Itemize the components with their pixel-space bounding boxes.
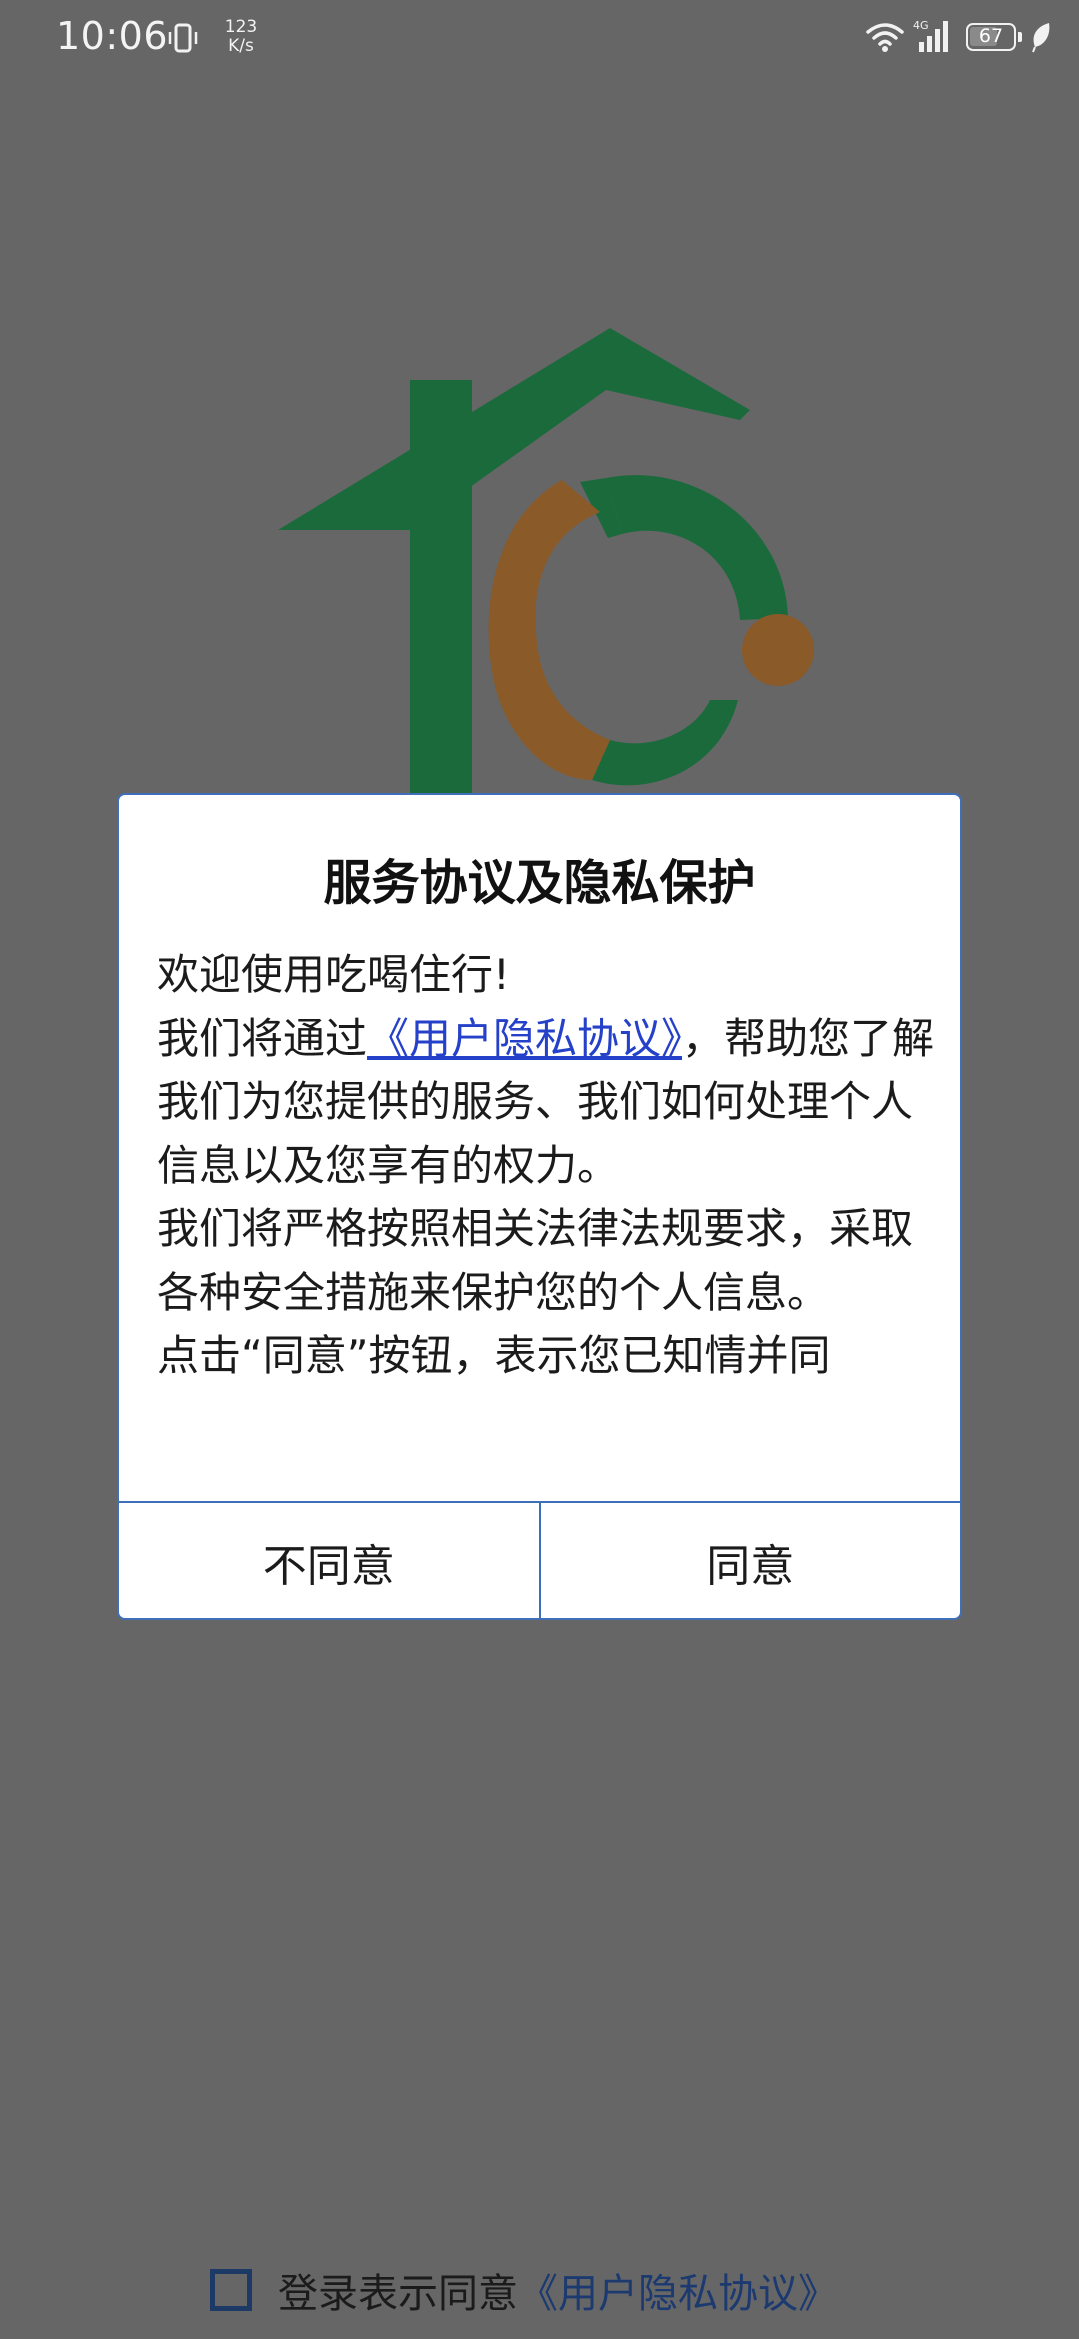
agreement-checkbox[interactable] [210,2269,252,2311]
dialog-body: 欢迎使用吃喝住行! 我们将通过《用户隐私协议》，帮助您了解我们为您提供的服务、我… [157,943,937,1443]
privacy-policy-link[interactable]: 《用户隐私协议》 [367,1014,682,1063]
wifi-icon [866,23,904,52]
status-time: 10:06 [56,14,169,58]
dialog-button-bar: 不同意 同意 [119,1501,961,1618]
agreement-policy-link[interactable]: 《用户隐私协议》 [518,2261,838,2319]
signal-4g-icon: 4G [913,19,948,52]
dialog-paragraph-policy: 我们将通过《用户隐私协议》，帮助您了解我们为您提供的服务、我们如何处理个人信息以… [157,1007,937,1198]
agreement-text: 登录表示同意 [278,2271,518,2317]
net-speed-unit: K/s [228,36,254,56]
logo-stem [410,380,472,800]
login-agreement-row: 登录表示同意 《用户隐私协议》 [210,2262,838,2318]
battery-nub [1018,32,1022,42]
status-bar: 10:06 123 K/s 4G 67 [0,0,1079,80]
dialog-paragraph-consent: 点击“同意”按钮，表示您已知情并同 [157,1331,831,1380]
net-speed-value: 123 [224,17,258,37]
agree-button[interactable]: 同意 [541,1503,961,1618]
dialog-title: 服务协议及隐私保护 [323,855,756,911]
net-speed: 123 K/s [216,18,266,56]
logo-c-green [606,475,788,620]
battery-text: 67 [978,25,1004,47]
leaf-icon [1032,23,1050,53]
dialog-paragraph-security: 我们将严格按照相关法律法规要求，采取各种安全措施来保护您的个人信息。 [157,1204,914,1317]
logo-dot [742,614,814,686]
decline-button[interactable]: 不同意 [119,1503,541,1618]
app-logo [278,328,814,800]
dialog-line2-prefix: 我们将通过 [157,1013,368,1063]
vibrate-icon [168,23,198,53]
battery-icon: 67 [966,23,1016,51]
svg-text:4G: 4G [913,19,929,32]
privacy-dialog: 服务协议及隐私保护 欢迎使用吃喝住行! 我们将通过《用户隐私协议》，帮助您了解我… [117,793,962,1620]
logo-c-brown [488,480,610,780]
dialog-welcome: 欢迎使用吃喝住行! [157,950,510,999]
